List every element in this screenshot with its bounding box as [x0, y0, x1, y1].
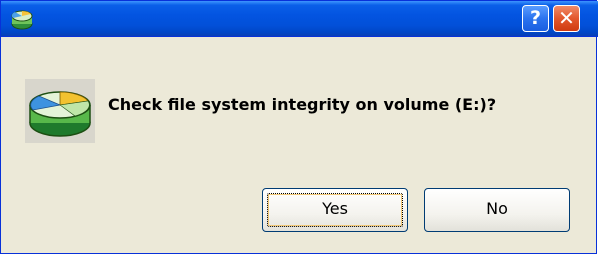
- title-bar[interactable]: ? ✕: [1, 1, 598, 37]
- dialog-window: ? ✕ Check file system integrity on volum…: [0, 0, 598, 254]
- close-button[interactable]: ✕: [553, 5, 580, 32]
- no-button-label: No: [486, 199, 508, 218]
- focus-indicator: [267, 193, 403, 227]
- disk-check-icon: [11, 10, 33, 30]
- yes-button[interactable]: Yes: [262, 188, 408, 232]
- disk-check-icon: [25, 79, 95, 143]
- help-button[interactable]: ?: [522, 5, 549, 32]
- dialog-message: Check file system integrity on volume (E…: [108, 95, 497, 114]
- no-button[interactable]: No: [424, 188, 570, 232]
